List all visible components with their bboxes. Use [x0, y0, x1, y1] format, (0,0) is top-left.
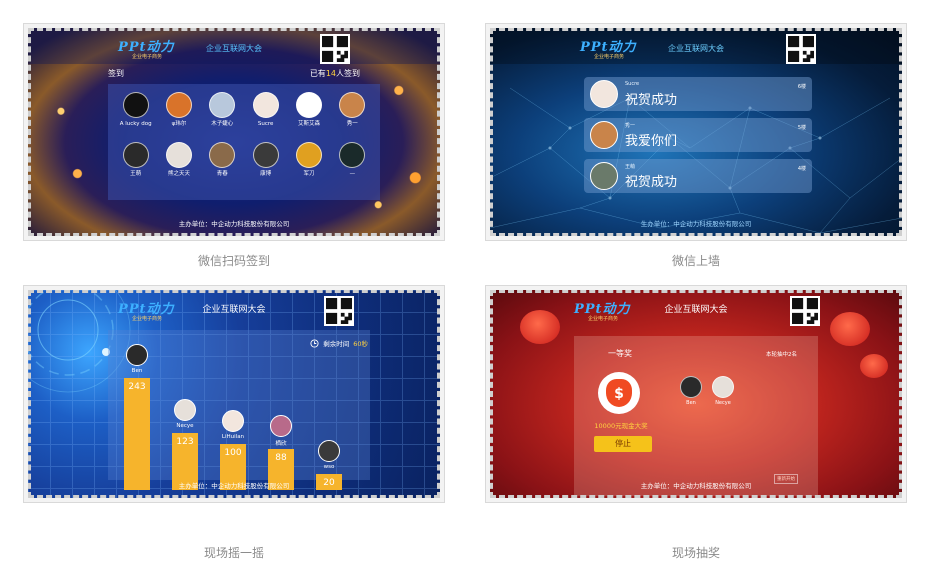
prize-level: 一等奖: [608, 349, 632, 358]
bar-name-label: LiHuilan: [221, 434, 245, 440]
bar-value-label: 88: [275, 453, 287, 463]
avatar: [339, 142, 366, 168]
avatar: [165, 92, 192, 118]
winner: Necye: [712, 376, 734, 406]
avatar: [252, 92, 279, 118]
avatar: [270, 415, 292, 437]
qr-code-icon: [786, 34, 816, 64]
attendee: 艾斯艾森: [287, 92, 330, 142]
avatar: [712, 376, 734, 398]
wall-message: Sucre 祝贺成功 6楼: [584, 77, 812, 111]
attendee: 秀一: [331, 92, 374, 142]
qr-code-icon: [790, 296, 820, 326]
wall-message: 秀一 我爱你们 5楼: [584, 118, 812, 152]
qr-code-icon: [324, 296, 354, 326]
lottery-box: [574, 336, 818, 496]
event-title: 企业互联网大会: [206, 44, 262, 53]
bar-value-label: 243: [128, 382, 146, 392]
avatar: [126, 344, 148, 366]
bar-value-label: 123: [176, 437, 194, 447]
organizer-footer: 主办单位：中企动力科技股份有限公司: [178, 220, 290, 228]
bar-name-label: wso: [323, 464, 335, 470]
organizer-footer: 主办单位：中企动力科技股份有限公司: [640, 482, 752, 490]
winner: Ben: [680, 376, 702, 406]
caption-wall: 微信上墙: [671, 254, 720, 268]
avatar: [295, 92, 322, 118]
chart-bar: 243: [124, 378, 150, 490]
bar-name-label: Necye: [176, 423, 194, 429]
lottery-panel: PPt动力 企业电子商务 企业互联网大会 一等奖 本轮抽中2名 $ 10000元…: [490, 290, 902, 498]
avatar: [222, 410, 244, 432]
lantern-icon: [830, 312, 870, 346]
avatar: [590, 162, 618, 190]
caption-shake: 现场摇一摇: [203, 546, 264, 560]
organizer-footer: 生办单位：中企动力科技股份有限公司: [640, 220, 752, 228]
signin-label: 签到: [108, 69, 124, 78]
avatar: [295, 142, 322, 168]
avatar: [165, 142, 192, 168]
attendee: 王萌: [114, 142, 157, 192]
wall-message: 王萌 祝贺成功 4楼: [584, 159, 812, 193]
qr-code-icon: [320, 34, 350, 64]
attendee: —: [331, 142, 374, 192]
caption-lottery: 现场抽奖: [671, 546, 720, 560]
bar-name-label: 栖欣: [275, 441, 287, 447]
avatar: [680, 376, 702, 398]
caption-signin: 微信扫码签到: [197, 254, 270, 268]
shake-panel: PPt动力 企业电子商务 企业互联网大会 剩余时间 60秒 243 Ben 123 Ne…: [28, 290, 440, 498]
attendee: 熊之天天: [157, 142, 200, 192]
attendee: A lucky dog: [114, 92, 157, 142]
round-info: 本轮抽中2名: [766, 352, 797, 358]
event-title: 企业互联网大会: [664, 305, 728, 315]
event-title: 企业互联网大会: [202, 305, 266, 315]
avatar: [174, 399, 196, 421]
attendee-grid: A lucky dog ψ玮尔 木子婕心 Sucre 艾斯艾森 秀一 王萌 熊之…: [108, 84, 380, 200]
avatar: [339, 92, 366, 118]
money-bag-icon: $: [598, 372, 640, 414]
lantern-icon: [860, 354, 888, 378]
wall-panel: PPt动力 企业电子商务 企业互联网大会 Sucre 祝贺成功 6楼 秀一 我爱…: [490, 28, 902, 236]
attendee: 青春: [201, 142, 244, 192]
avatar: [252, 142, 279, 168]
avatar: [122, 142, 149, 168]
attendee: ψ玮尔: [157, 92, 200, 142]
signin-panel: PPt动力 企业电子商务 企业互联网大会 签到 已有14人签到 A lucky …: [28, 28, 440, 236]
avatar: [318, 440, 340, 462]
stop-button[interactable]: 停止: [594, 436, 652, 452]
avatar: [590, 80, 618, 108]
event-title: 企业互联网大会: [668, 44, 724, 53]
avatar: [209, 92, 236, 118]
avatar: [122, 92, 149, 118]
organizer-footer: 主办单位：中企动力科技股份有限公司: [178, 482, 290, 490]
avatar: [209, 142, 236, 168]
attendee: 康博: [244, 142, 287, 192]
countdown-timer: 剩余时间 60秒: [310, 338, 368, 348]
prize-name: 10000元现金大奖: [594, 422, 648, 430]
clock-icon: [310, 338, 319, 348]
attendee: 军刀: [287, 142, 330, 192]
bar-value-label: 100: [224, 448, 242, 458]
attendee: Sucre: [244, 92, 287, 142]
signin-count: 已有14人签到: [309, 69, 360, 78]
avatar: [590, 121, 618, 149]
lantern-icon: [520, 310, 560, 344]
bar-name-label: Ben: [131, 368, 143, 374]
attendee: 木子婕心: [201, 92, 244, 142]
